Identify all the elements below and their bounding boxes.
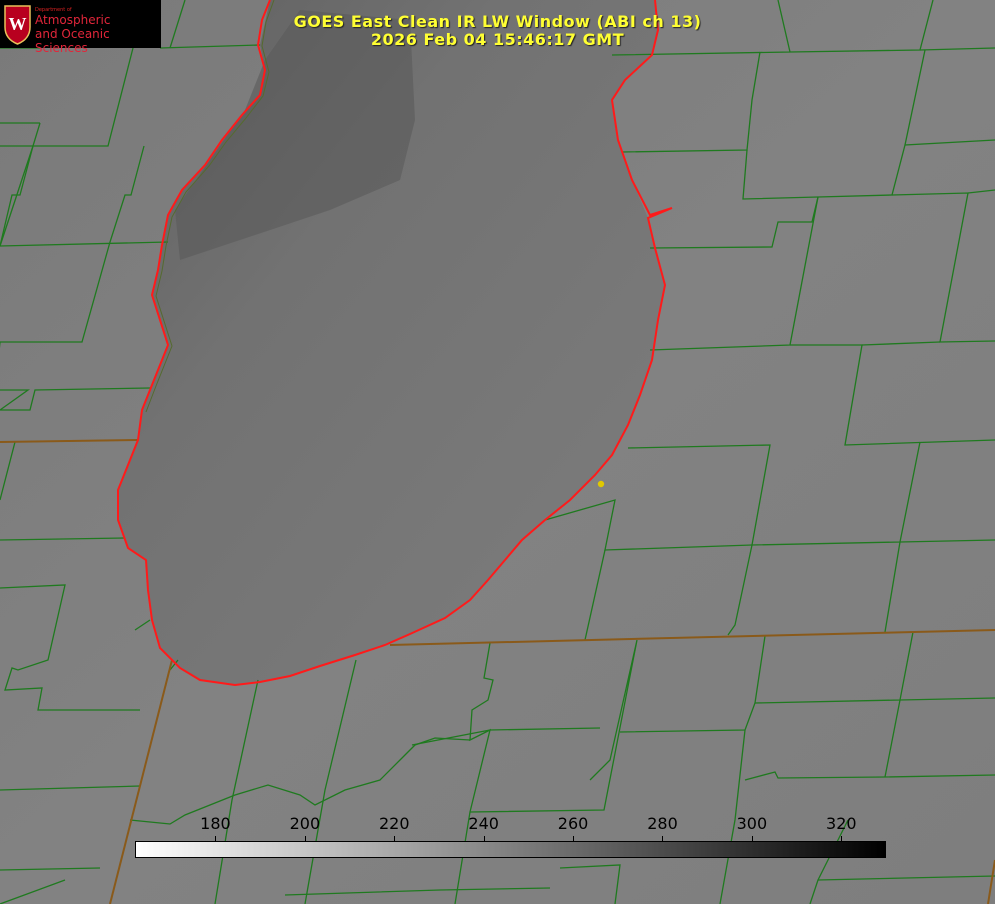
colorbar-tick-label: 280: [647, 814, 678, 833]
colorbar-tick-mark: [394, 836, 396, 841]
colorbar-tick-label: 260: [557, 814, 589, 833]
colorbar-tick-label: 240: [468, 814, 499, 833]
colorbar-tick-mark: [483, 836, 485, 841]
colorbar-tick-mark: [573, 836, 575, 841]
image-title: GOES East Clean IR LW Window (ABI ch 13): [293, 12, 702, 31]
colorbar-tick-label: 300: [736, 814, 768, 833]
colorbar-tick-label: 320: [826, 814, 857, 833]
colorbar-tick-mark: [841, 836, 843, 841]
colorbar-tick-label: 200: [289, 814, 321, 833]
map-canvas: [0, 0, 995, 904]
colorbar-tick-mark: [304, 836, 306, 841]
colorbar-tick-label: 220: [378, 814, 410, 833]
colorbar: [135, 841, 886, 858]
colorbar-tick-mark: [215, 836, 217, 841]
colorbar-tick-label: 180: [200, 814, 231, 833]
location-marker: [597, 480, 605, 488]
colorbar-tick-mark: [662, 836, 664, 841]
colorbar-tick-mark: [751, 836, 753, 841]
satellite-map: W Department of Atmospheric and Oceanic …: [0, 0, 995, 904]
image-timestamp: 2026 Feb 04 15:46:17 GMT: [370, 30, 625, 49]
